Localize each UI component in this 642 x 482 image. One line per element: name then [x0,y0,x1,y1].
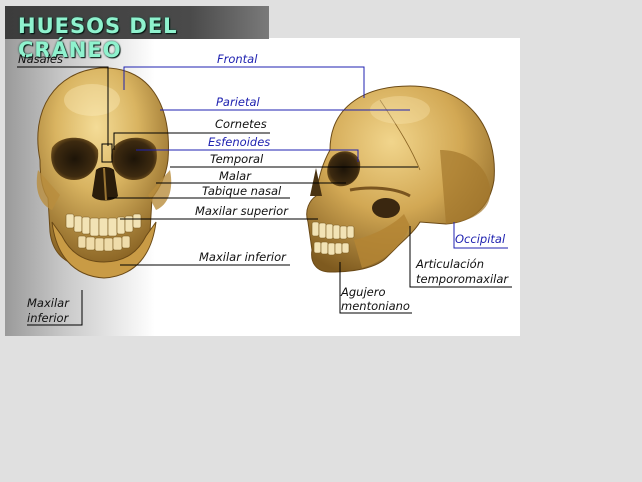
label-nasales: Nasales [18,52,63,66]
label-maxilar-superior: Maxilar superior [195,204,288,218]
label-agujero-line2: mentoniano [341,299,410,313]
label-esfenoides: Esfenoides [208,135,271,149]
label-parietal: Parietal [216,95,260,109]
label-agujero-line1: Agujero [341,285,386,299]
label-maxilar-inferior-left-line1: Maxilar [27,296,69,310]
label-articulacion-line2: temporomaxilar [416,272,509,286]
label-articulacion-line1: Articulación [416,257,484,271]
label-malar: Malar [219,169,251,183]
skull-diagram [17,66,512,326]
label-occipital: Occipital [455,232,506,246]
label-temporal: Temporal [210,152,264,166]
front-skull [36,67,172,279]
stage: HUESOS DEL CRÁNEO Nasales Frontal Pariet… [0,0,642,482]
label-maxilar-inferior: Maxilar inferior [199,250,286,264]
label-maxilar-inferior-left-line2: inferior [27,311,69,325]
label-tabique-nasal: Tabique nasal [202,184,282,198]
label-cornetes: Cornetes [215,117,267,131]
label-frontal: Frontal [217,52,258,66]
